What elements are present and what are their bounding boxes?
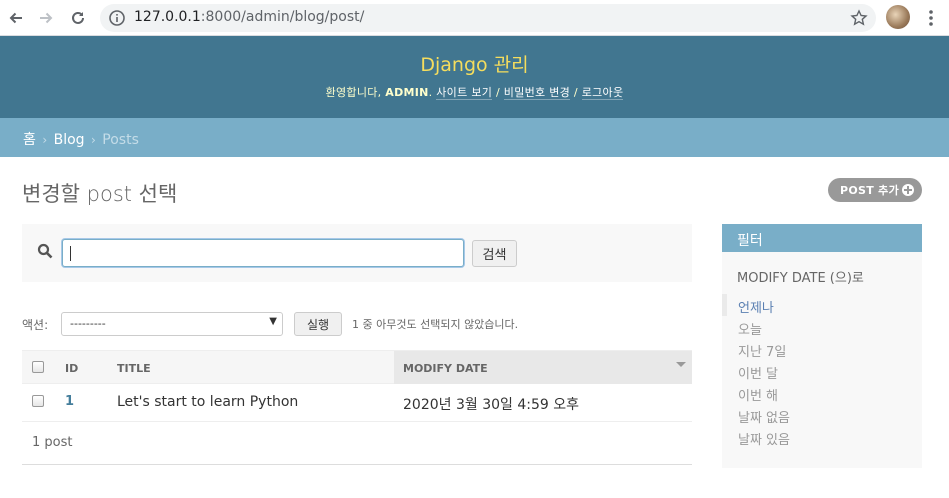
search-button[interactable]: 검색: [472, 240, 517, 267]
search-input[interactable]: [62, 239, 464, 267]
bookmark-star-icon[interactable]: [850, 9, 868, 27]
column-header-id[interactable]: ID: [65, 362, 78, 375]
more-menu-icon[interactable]: [924, 8, 938, 28]
actions-bar: 액션: --------- ▼ 실행 1 중 아무것도 선택되지 않았습니다.: [22, 310, 692, 340]
table-row: 1 Let's start to learn Python 2020년 3월 3…: [22, 384, 692, 422]
select-all-checkbox[interactable]: [32, 361, 44, 373]
admin-header: Django 관리 환영합니다, ADMIN. 사이트 보기 / 비밀번호 변경…: [0, 36, 949, 118]
text-cursor: [70, 246, 71, 261]
back-icon[interactable]: [4, 6, 28, 30]
profile-avatar[interactable]: [886, 5, 910, 29]
action-select[interactable]: --------- ▼: [61, 312, 283, 336]
user-tools: 환영합니다, ADMIN. 사이트 보기 / 비밀번호 변경 / 로그아웃: [325, 86, 624, 100]
column-header-title[interactable]: TITLE: [117, 362, 151, 375]
username: ADMIN: [385, 86, 429, 99]
reload-icon[interactable]: [66, 6, 90, 30]
change-password-link[interactable]: 비밀번호 변경: [503, 86, 571, 100]
filter-option-has-date[interactable]: 날짜 있음: [722, 426, 922, 448]
logout-link[interactable]: 로그아웃: [581, 86, 624, 100]
dropdown-arrow-icon: ▼: [269, 316, 277, 327]
breadcrumb-current: Posts: [102, 132, 139, 148]
site-branding[interactable]: Django 관리: [0, 50, 949, 77]
browser-toolbar: 127.0.0.1:8000/admin/blog/post/: [0, 0, 949, 36]
row-modify-date: 2020년 3월 30일 4:59 오후: [403, 397, 579, 413]
address-bar[interactable]: 127.0.0.1:8000/admin/blog/post/: [100, 4, 876, 32]
filter-option-today[interactable]: 오늘: [722, 316, 922, 338]
breadcrumb-home[interactable]: 홈: [23, 132, 36, 148]
search-icon: [37, 243, 53, 259]
breadcrumb-app[interactable]: Blog: [54, 132, 85, 148]
filter-option-no-date[interactable]: 날짜 없음: [722, 404, 922, 426]
breadcrumb: 홈 › Blog › Posts: [0, 118, 949, 157]
filter-heading: 필터: [722, 224, 922, 252]
sort-arrow-icon[interactable]: [676, 362, 686, 367]
filter-option-anytime[interactable]: 언제나: [722, 294, 922, 316]
filter-option-this-month[interactable]: 이번 달: [722, 360, 922, 382]
filter-sidebar: 필터 MODIFY DATE (으)로 언제나 오늘 지난 7일 이번 달 이번…: [722, 224, 922, 468]
add-post-label: POST 추가: [840, 184, 900, 197]
forward-icon[interactable]: [34, 6, 58, 30]
action-label: 액션:: [22, 318, 49, 332]
column-header-modify-date[interactable]: MODIFY DATE: [403, 362, 488, 375]
info-icon[interactable]: [108, 9, 126, 27]
view-site-link[interactable]: 사이트 보기: [436, 86, 493, 100]
action-go-button[interactable]: 실행: [294, 312, 342, 336]
filter-title: MODIFY DATE (으)로: [737, 271, 864, 286]
welcome-text: 환영합니다,: [325, 86, 382, 99]
row-title: Let's start to learn Python: [117, 394, 299, 410]
plus-icon: [902, 184, 914, 196]
filter-options: 언제나 오늘 지난 7일 이번 달 이번 해 날짜 없음 날짜 있음: [722, 294, 922, 448]
url-text: 127.0.0.1:8000/admin/blog/post/: [134, 9, 365, 25]
add-post-button[interactable]: POST 추가: [828, 178, 922, 202]
search-toolbar: 검색: [22, 224, 692, 282]
table-header: ID TITLE MODIFY DATE: [22, 350, 692, 384]
filter-option-this-year[interactable]: 이번 해: [722, 382, 922, 404]
results-table: ID TITLE MODIFY DATE 1 Let's start to le…: [22, 350, 692, 465]
page-title: 변경할 post 선택: [22, 182, 178, 206]
filter-option-past-7-days[interactable]: 지난 7일: [722, 338, 922, 360]
result-count: 1 post: [32, 435, 73, 450]
row-checkbox[interactable]: [32, 395, 44, 407]
action-counter: 1 중 아무것도 선택되지 않았습니다.: [352, 318, 519, 331]
paginator: 1 post: [22, 422, 692, 465]
row-id-link[interactable]: 1: [65, 394, 74, 409]
